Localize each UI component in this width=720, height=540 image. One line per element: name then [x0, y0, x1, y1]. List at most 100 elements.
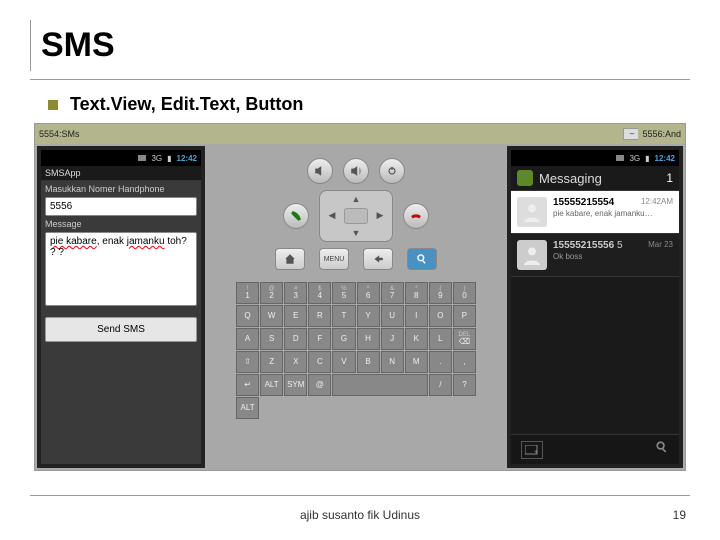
send-button[interactable]: Send SMS	[45, 317, 197, 342]
volume-up-button[interactable]	[343, 158, 369, 184]
dpad[interactable]: ▲ ◀ ▶ ▼	[319, 190, 393, 242]
thread-item[interactable]: 15555215556 5Mar 23Ok boss	[511, 234, 679, 277]
message-label: Message	[45, 219, 197, 229]
key-4[interactable]: $4	[308, 282, 331, 304]
key-sym[interactable]: SYM	[284, 374, 307, 396]
key-R[interactable]: R	[308, 305, 331, 327]
dpad-center[interactable]	[344, 208, 368, 225]
key-D[interactable]: D	[284, 328, 307, 350]
emulator-window-title: 5554:SMs	[39, 129, 80, 139]
network-icon: 3G	[151, 154, 162, 163]
key-F[interactable]: F	[308, 328, 331, 350]
key-E[interactable]: E	[284, 305, 307, 327]
dpad-down[interactable]: ▼	[344, 224, 368, 241]
phone-label: Masukkan Nomer Handphone	[45, 184, 197, 194]
screenshot-container: 5554:SMs – ▢ × 5556:And 3G ▮ 12:42 SMSAp…	[34, 123, 686, 471]
key-8[interactable]: *8	[405, 282, 428, 304]
messaging-title: Messaging	[539, 171, 602, 186]
status-bar: 3G ▮ 12:42	[511, 150, 679, 166]
key-Q[interactable]: Q	[236, 305, 259, 327]
dpad-right[interactable]: ▶	[368, 208, 392, 225]
phone-input[interactable]: 5556	[45, 197, 197, 216]
dpad-up[interactable]: ▲	[344, 191, 368, 208]
home-button[interactable]	[275, 248, 305, 270]
key-K[interactable]: K	[405, 328, 428, 350]
menu-button[interactable]: MENU	[319, 248, 349, 270]
thread-snippet: pie kabare, enak jamanku…	[553, 209, 673, 218]
title-underline	[30, 79, 690, 80]
key-enter[interactable]: ↵	[236, 374, 259, 396]
key-alt[interactable]: ALT	[260, 374, 283, 396]
status-time: 12:42	[177, 154, 197, 163]
key-G[interactable]: G	[332, 328, 355, 350]
search-button[interactable]	[407, 248, 437, 270]
key-L[interactable]: L	[429, 328, 452, 350]
key-0[interactable]: )0	[453, 282, 476, 304]
key-N[interactable]: N	[381, 351, 404, 373]
thread-item[interactable]: 15555215554 12:42AMpie kabare, enak jaman…	[511, 191, 679, 234]
key-/[interactable]: /	[429, 374, 452, 396]
svg-text:+: +	[534, 449, 538, 455]
bullet-text: Text.View, Edit.Text, Button	[70, 94, 303, 115]
key-O[interactable]: O	[429, 305, 452, 327]
key-delete[interactable]: DEL⌫	[453, 328, 476, 350]
key-U[interactable]: U	[381, 305, 404, 327]
key-7[interactable]: &7	[381, 282, 404, 304]
bullet-icon	[48, 100, 58, 110]
thread-number: 15555215554	[553, 197, 614, 208]
bottom-search-button[interactable]	[655, 440, 669, 459]
battery-icon: ▮	[167, 154, 171, 163]
thread-timestamp: Mar 23	[648, 240, 673, 251]
phone-left: 3G ▮ 12:42 SMSApp Masukkan Nomer Handpho…	[37, 146, 205, 468]
key-P[interactable]: P	[453, 305, 476, 327]
key-@[interactable]: @	[308, 374, 331, 396]
key-shift[interactable]: ⇧	[236, 351, 259, 373]
key-9[interactable]: (9	[429, 282, 452, 304]
status-bar: 3G ▮ 12:42	[41, 150, 201, 166]
emulator-hardware-panel: ▲ ◀ ▶ ▼ MENU !1@2#3$4%5^6&7*8(9)0 QWERTYUI…	[207, 144, 505, 470]
key-?[interactable]: ?	[453, 374, 476, 396]
phone-right: 3G ▮ 12:42 Messaging 1 1555521555412:42A…	[507, 146, 683, 468]
avatar-icon	[517, 197, 547, 227]
bullet-row: Text.View, Edit.Text, Button	[48, 94, 690, 115]
end-call-button[interactable]	[403, 203, 429, 229]
status-time: 12:42	[655, 154, 675, 163]
key-X[interactable]: X	[284, 351, 307, 373]
key-6[interactable]: ^6	[357, 282, 380, 304]
key-T[interactable]: T	[332, 305, 355, 327]
key-W[interactable]: W	[260, 305, 283, 327]
key-space[interactable]	[332, 374, 427, 396]
key-.[interactable]: .	[429, 351, 452, 373]
thread-timestamp: 12:42AM	[641, 197, 673, 208]
key-Y[interactable]: Y	[357, 305, 380, 327]
call-button[interactable]	[283, 203, 309, 229]
key-2[interactable]: @2	[260, 282, 283, 304]
key-V[interactable]: V	[332, 351, 355, 373]
key-A[interactable]: A	[236, 328, 259, 350]
screenshot-body: 3G ▮ 12:42 SMSApp Masukkan Nomer Handpho…	[35, 144, 685, 470]
power-button[interactable]	[379, 158, 405, 184]
key-M[interactable]: M	[405, 351, 428, 373]
key-J[interactable]: J	[381, 328, 404, 350]
key-,[interactable]: ,	[453, 351, 476, 373]
key-1[interactable]: !1	[236, 282, 259, 304]
sms-form: Masukkan Nomer Handphone 5556 Message pi…	[41, 181, 201, 464]
thread-number: 15555215556 5	[553, 240, 623, 251]
key-alt-right[interactable]: ALT	[236, 397, 259, 419]
key-Z[interactable]: Z	[260, 351, 283, 373]
key-B[interactable]: B	[357, 351, 380, 373]
network-icon: 3G	[629, 154, 640, 163]
key-5[interactable]: %5	[332, 282, 355, 304]
back-button[interactable]	[363, 248, 393, 270]
key-I[interactable]: I	[405, 305, 428, 327]
key-3[interactable]: #3	[284, 282, 307, 304]
dpad-left[interactable]: ◀	[320, 208, 344, 225]
key-S[interactable]: S	[260, 328, 283, 350]
message-input[interactable]: pie kabare, enak jamanku toh? ? ?	[45, 232, 197, 306]
key-C[interactable]: C	[308, 351, 331, 373]
spellcheck-word: jamanku	[127, 236, 165, 247]
avatar-icon	[517, 240, 547, 270]
compose-button[interactable]: +	[521, 441, 543, 459]
volume-down-button[interactable]	[307, 158, 333, 184]
key-H[interactable]: H	[357, 328, 380, 350]
